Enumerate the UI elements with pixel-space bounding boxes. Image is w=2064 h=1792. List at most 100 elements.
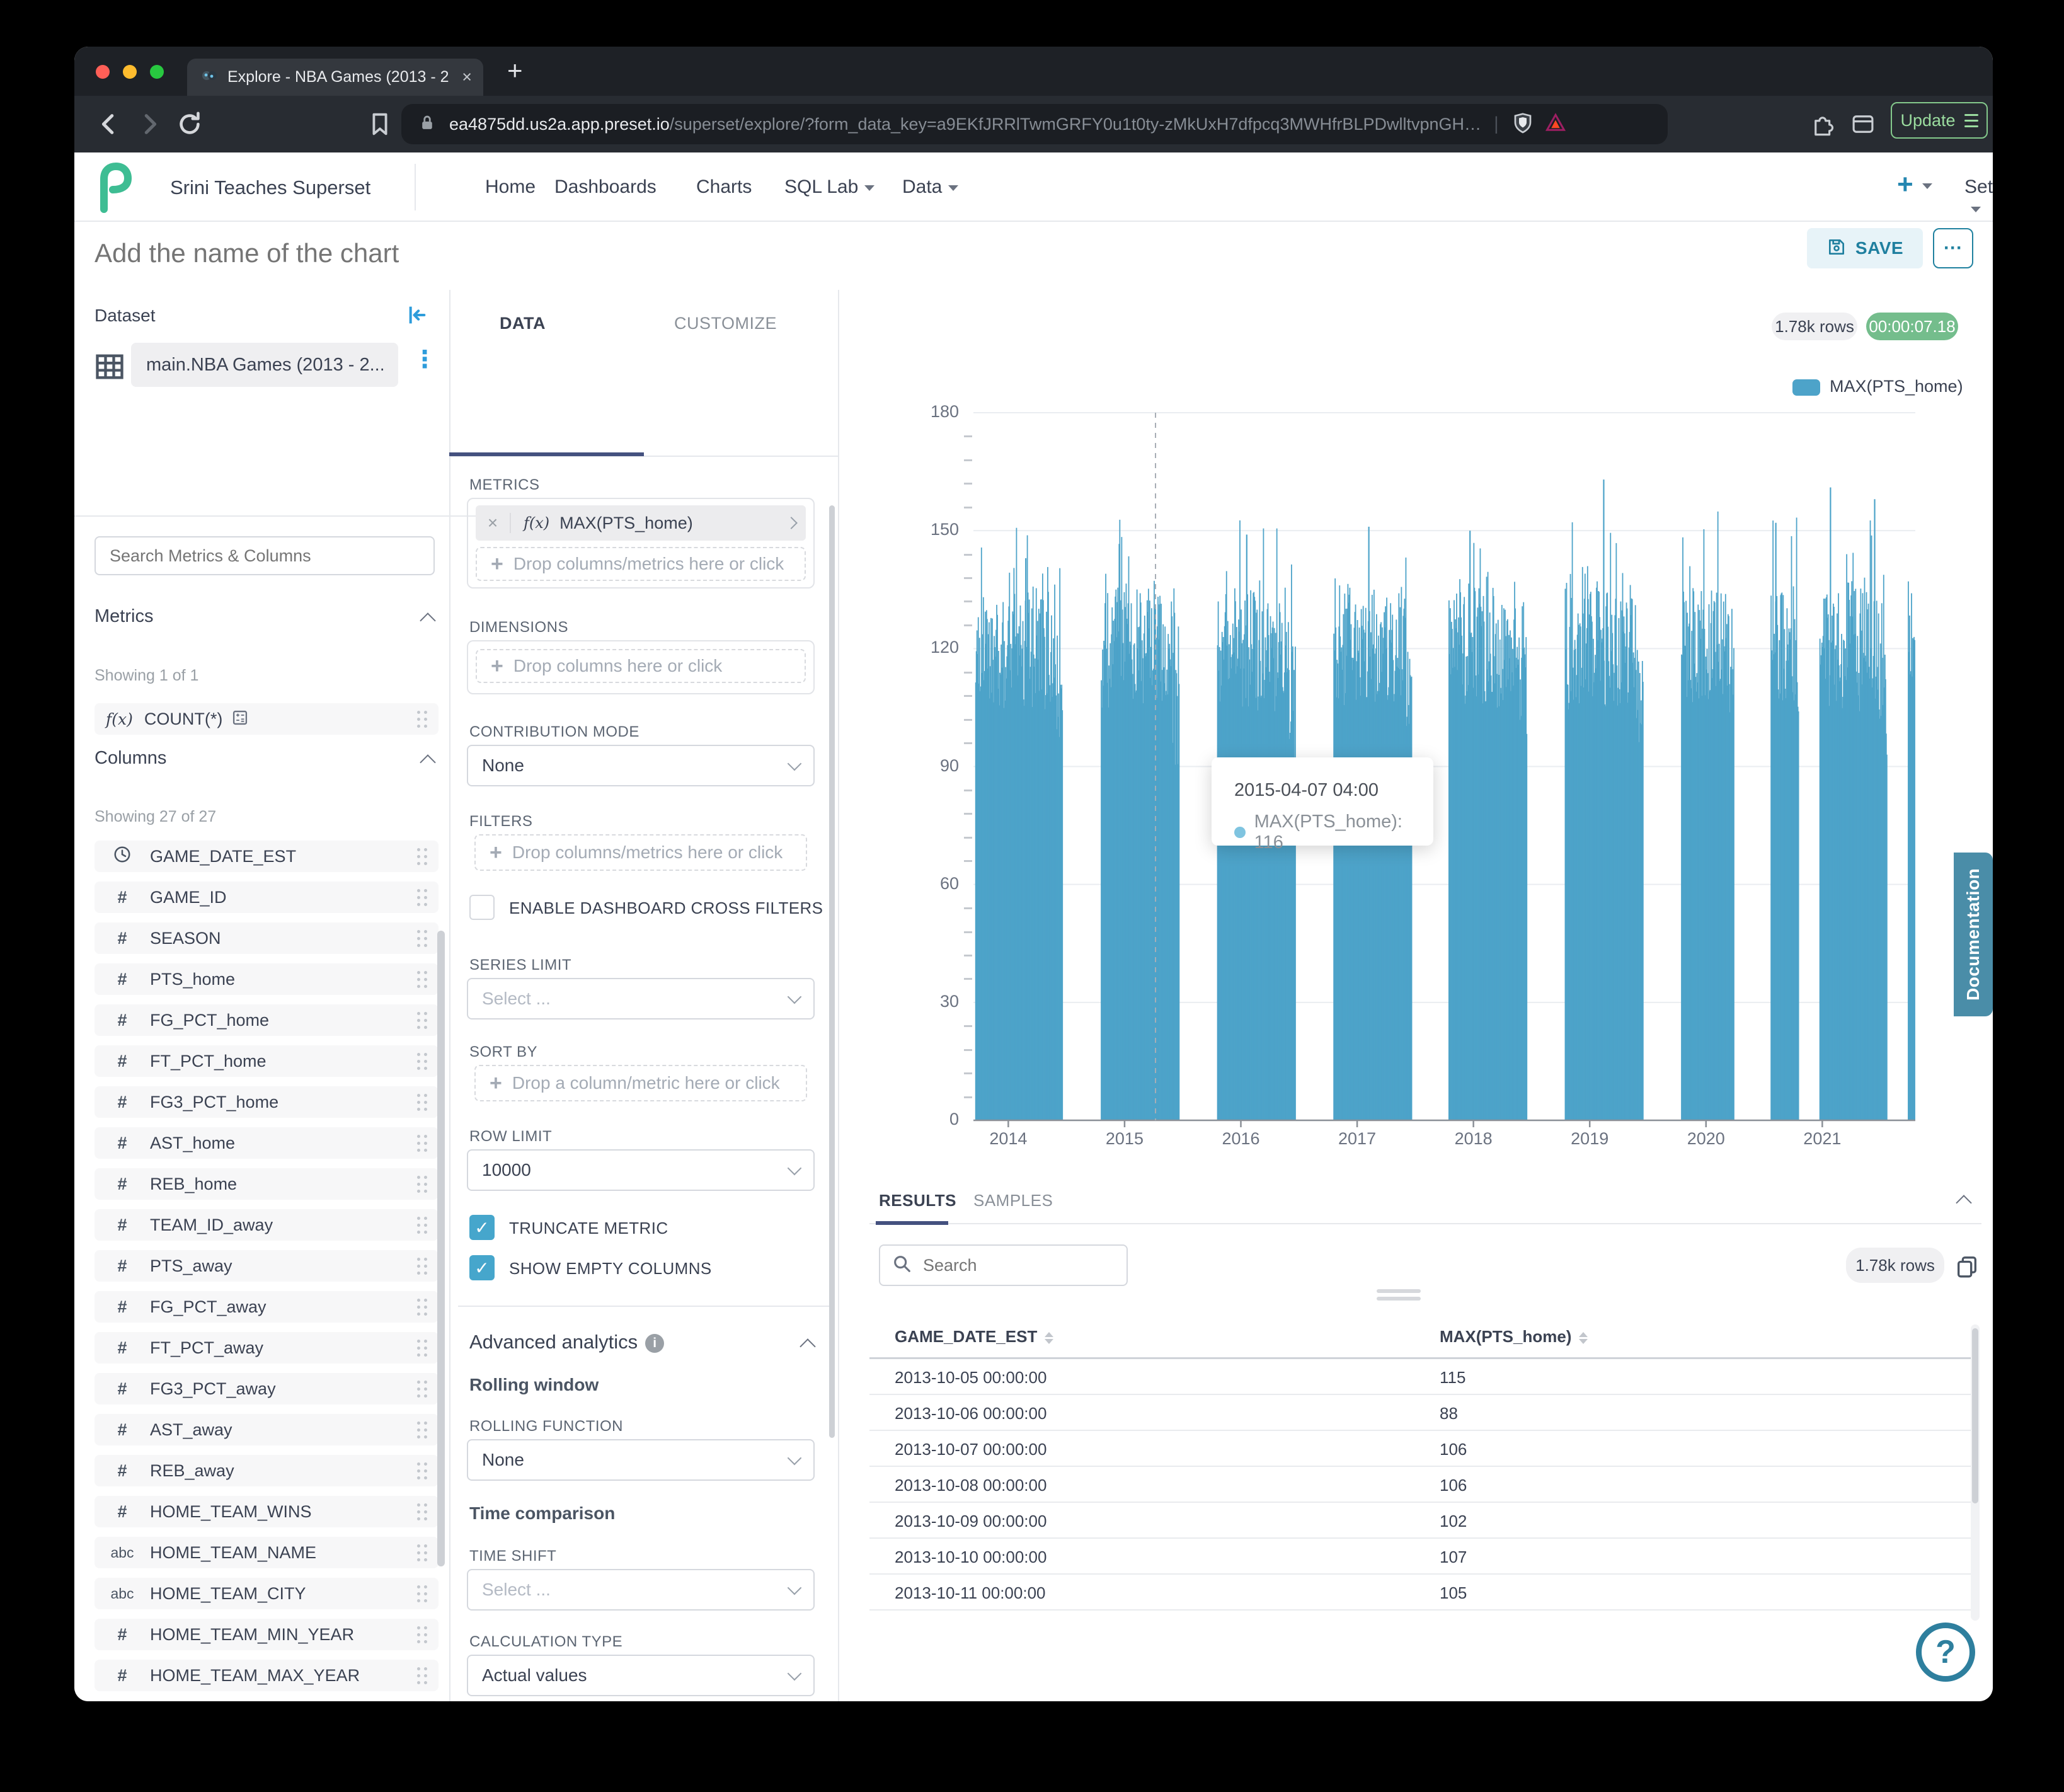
drag-handle-icon[interactable] <box>417 889 427 905</box>
drag-handle-icon[interactable] <box>417 1135 427 1151</box>
tab-results[interactable]: RESULTS <box>879 1191 956 1210</box>
forward-icon[interactable] <box>135 110 164 142</box>
results-search[interactable] <box>879 1244 1128 1286</box>
metrics-search[interactable] <box>95 536 435 575</box>
drag-handle-icon[interactable] <box>417 1667 427 1684</box>
table-row[interactable]: 2013-10-08 00:00:00106 <box>869 1467 1971 1503</box>
tab-data[interactable]: DATA <box>500 314 546 333</box>
contribution-mode-select[interactable]: None <box>467 745 815 786</box>
results-scrollbar-thumb[interactable] <box>1972 1328 1978 1503</box>
workspace-title[interactable]: Srini Teaches Superset <box>170 176 370 199</box>
drag-handle-icon[interactable] <box>417 971 427 987</box>
column-item[interactable]: #HOME_TEAM_WINS <box>95 1496 439 1527</box>
results-search-input[interactable] <box>922 1255 1113 1276</box>
drop-metrics-zone[interactable]: +Drop columns/metrics here or click <box>476 547 806 581</box>
calculation-type-select[interactable]: Actual values <box>467 1655 815 1696</box>
drag-handle-icon[interactable] <box>417 1053 427 1069</box>
nav-home[interactable]: Home <box>485 176 536 198</box>
resize-handle[interactable] <box>1377 1289 1421 1293</box>
more-options-button[interactable]: ··· <box>1933 228 1973 268</box>
drag-handle-icon[interactable] <box>417 1381 427 1397</box>
row-limit-select[interactable]: 10000 <box>467 1149 815 1191</box>
drag-handle-icon[interactable] <box>417 1626 427 1643</box>
tab-close-icon[interactable]: × <box>462 67 472 87</box>
drag-handle-icon[interactable] <box>417 1012 427 1028</box>
resize-handle[interactable] <box>1377 1297 1421 1301</box>
drop-filters-zone[interactable]: +Drop columns/metrics here or click <box>474 834 807 871</box>
drop-sort-zone[interactable]: +Drop a column/metric here or click <box>474 1065 807 1101</box>
collapse-panel-icon[interactable] <box>403 302 428 331</box>
collapse-advanced-icon[interactable] <box>800 1338 815 1354</box>
column-item[interactable]: #GAME_ID <box>95 882 439 913</box>
help-button[interactable]: ? <box>1916 1623 1975 1682</box>
rolling-function-select[interactable]: None <box>467 1439 815 1481</box>
show-empty-columns-checkbox[interactable]: ✓ <box>469 1255 495 1280</box>
extensions-puzzle-icon[interactable] <box>1810 111 1837 141</box>
bar-chart[interactable] <box>973 409 1918 1127</box>
nav-sql-lab[interactable]: SQL Lab <box>784 176 874 198</box>
settings-menu[interactable]: Settings <box>1964 176 1993 219</box>
drag-handle-icon[interactable] <box>417 1422 427 1438</box>
column-item[interactable]: abcHOME_TEAM_CITY <box>95 1578 439 1609</box>
table-row[interactable]: 2013-10-05 00:00:00115 <box>869 1359 1971 1395</box>
advanced-analytics-title[interactable]: Advanced analyticsi <box>469 1331 664 1353</box>
column-item[interactable]: #HOME_TEAM_MIN_YEAR <box>95 1619 439 1650</box>
drag-handle-icon[interactable] <box>417 930 427 946</box>
drag-handle-icon[interactable] <box>417 1340 427 1356</box>
series-limit-select[interactable]: Select ... <box>467 978 815 1019</box>
sort-icon[interactable] <box>1045 1332 1053 1344</box>
chart-title-input[interactable] <box>93 233 852 273</box>
drag-handle-icon[interactable] <box>417 1299 427 1315</box>
drag-handle-icon[interactable] <box>417 1544 427 1561</box>
collapse-columns-icon[interactable] <box>420 754 435 770</box>
time-shift-select[interactable]: Select ... <box>467 1569 815 1611</box>
controls-scrollbar[interactable] <box>829 505 835 1438</box>
column-item[interactable]: abcHOME_TEAM_NAME <box>95 1537 439 1568</box>
column-item[interactable]: #FT_PCT_away <box>95 1332 439 1364</box>
collapse-metrics-icon[interactable] <box>420 612 435 628</box>
reload-icon[interactable] <box>175 110 204 142</box>
legend-swatch[interactable] <box>1792 379 1820 396</box>
metric-count-item[interactable]: f(x) COUNT(*) <box>95 703 439 735</box>
tab-samples[interactable]: SAMPLES <box>973 1191 1053 1210</box>
collapse-results-icon[interactable] <box>1956 1195 1971 1210</box>
drag-handle-icon[interactable] <box>417 1217 427 1233</box>
table-row[interactable]: 2013-10-06 00:00:0088 <box>869 1395 1971 1431</box>
new-tab-button[interactable]: + <box>507 55 523 86</box>
copy-icon[interactable] <box>1954 1254 1980 1282</box>
column-item[interactable]: #PTS_home <box>95 963 439 995</box>
dataset-options-icon[interactable]: ⋮ <box>413 345 437 374</box>
results-col-header-value[interactable]: MAX(PTS_home) <box>1440 1327 1588 1347</box>
truncate-metric-checkbox[interactable]: ✓ <box>469 1215 495 1240</box>
metric-chip[interactable]: × f(x) MAX(PTS_home) <box>476 505 806 541</box>
column-item[interactable]: #AST_away <box>95 1414 439 1445</box>
column-item[interactable]: #TEAM_ID_away <box>95 1209 439 1241</box>
url-bar[interactable]: ea4875dd.us2a.app.preset.io /superset/ex… <box>401 104 1668 144</box>
dataset-scrollbar[interactable] <box>437 931 445 1566</box>
drag-handle-icon[interactable] <box>417 1585 427 1602</box>
dataset-selector[interactable]: main.NBA Games (2013 - 2... <box>131 343 398 387</box>
column-item[interactable]: #FG_PCT_away <box>95 1291 439 1323</box>
browser-update-button[interactable]: Update <box>1891 102 1988 139</box>
table-row[interactable]: 2013-10-07 00:00:00106 <box>869 1431 1971 1467</box>
drag-handle-icon[interactable] <box>417 1462 427 1479</box>
table-row[interactable]: 2013-10-09 00:00:00102 <box>869 1503 1971 1539</box>
maximize-window-button[interactable] <box>150 65 164 79</box>
preset-logo[interactable] <box>95 163 134 216</box>
results-col-header-date[interactable]: GAME_DATE_EST <box>895 1327 1053 1347</box>
minimize-window-button[interactable] <box>123 65 137 79</box>
nav-data[interactable]: Data <box>902 176 958 198</box>
column-item[interactable]: #HOME_TEAM_MAX_YEAR <box>95 1660 439 1691</box>
column-item[interactable]: GAME_DATE_EST <box>95 841 439 872</box>
table-row[interactable]: 2013-10-11 00:00:00105 <box>869 1575 1971 1611</box>
legend-label[interactable]: MAX(PTS_home) <box>1830 377 1963 396</box>
tab-manager-icon[interactable] <box>1850 111 1876 141</box>
new-item-plus-button[interactable]: + <box>1897 169 1932 200</box>
save-button[interactable]: SAVE <box>1807 228 1923 268</box>
column-item[interactable]: #PTS_away <box>95 1250 439 1282</box>
column-item[interactable]: #REB_away <box>95 1455 439 1486</box>
back-icon[interactable] <box>95 110 123 142</box>
brave-shields-icon[interactable] <box>1511 112 1534 137</box>
brave-rewards-triangle-icon[interactable] <box>1544 112 1567 137</box>
close-window-button[interactable] <box>96 65 110 79</box>
